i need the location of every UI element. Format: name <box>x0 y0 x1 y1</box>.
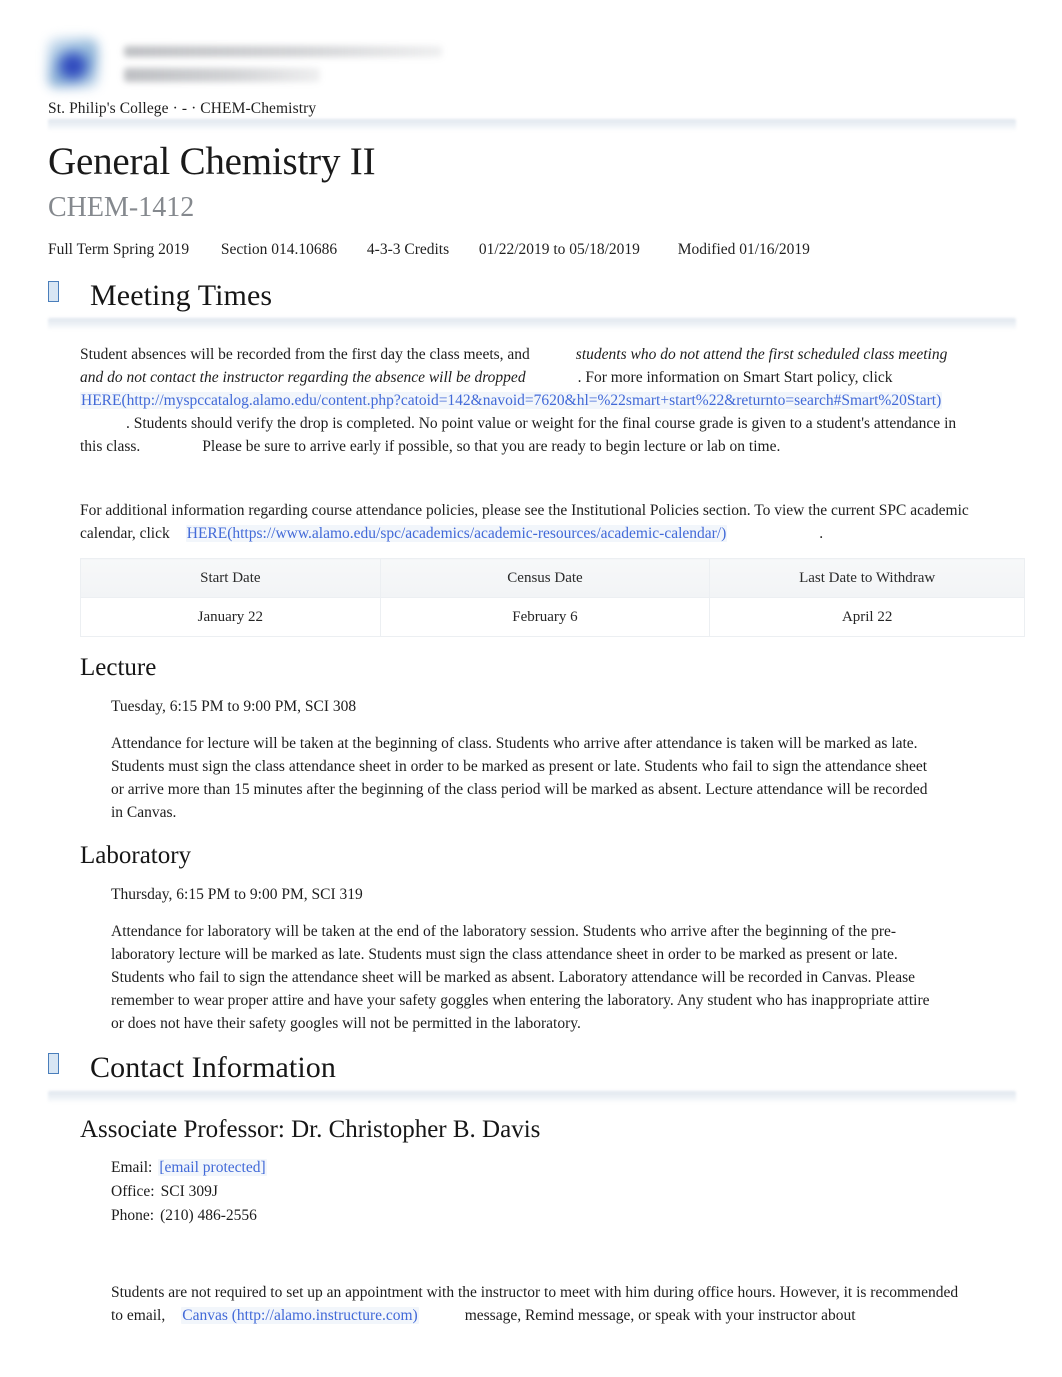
syllabus-page: St. Philip's College · - · CHEM-Chemistr… <box>0 0 1062 1377</box>
attendance-part-4: Please be sure to arrive early if possib… <box>202 438 781 455</box>
email-label: Email: <box>111 1159 153 1176</box>
table-header: Start Date Census Date Last Date to With… <box>80 558 1025 598</box>
cell-census-date: February 6 <box>379 597 711 637</box>
contact-row-office: Office: SCI 309J <box>111 1180 267 1204</box>
instructor-name: Associate Professor: Dr. Christopher B. … <box>80 1116 541 1143</box>
section-header-contact-information: Contact Information <box>48 1050 336 1086</box>
instructor-contact-list: Email: [email protected] Office: SCI 309J … <box>111 1156 267 1228</box>
meta-term: Full Term Spring 2019 <box>48 241 190 258</box>
logo-wordmark <box>124 44 446 90</box>
meta-section: Section 014.10686 <box>220 241 338 258</box>
laboratory-attendance-text: Attendance for laboratory will be taken … <box>111 923 930 1032</box>
table-body: January 22 February 6 April 22 <box>80 597 1025 637</box>
attendance-part-1: Student absences will be recorded from t… <box>80 346 530 363</box>
subsection-title-lecture: Lecture <box>80 654 157 681</box>
wordmark-line-1 <box>124 46 442 57</box>
meta-modified: Modified 01/16/2019 <box>677 241 810 258</box>
phone-value: (210) 486-2556 <box>160 1207 257 1224</box>
office-value: SCI 309J <box>160 1183 218 1200</box>
page-title: General Chemistry II <box>48 140 376 183</box>
contact-row-email: Email: [email protected] <box>111 1156 267 1180</box>
wordmark-line-2 <box>124 68 320 82</box>
academic-calendar-text: For additional information regarding cou… <box>80 499 970 545</box>
contact-information-divider-band <box>48 1091 1016 1103</box>
academic-calendar-link[interactable]: HERE(https://www.alamo.edu/spc/academics… <box>185 525 728 542</box>
column-header-last-date-to-withdraw: Last Date to Withdraw <box>709 558 1025 598</box>
smart-start-policy-link[interactable]: HERE(http://myspccatalog.alamo.edu/conte… <box>80 392 943 409</box>
course-code: CHEM-1412 <box>48 192 195 223</box>
office-hours-text: Students are not required to set up an a… <box>111 1281 961 1327</box>
section-header-meeting-times: Meeting Times <box>48 278 272 314</box>
laboratory-meeting-time: Thursday, 6:15 PM to 9:00 PM, SCI 319 <box>111 886 363 903</box>
office-label: Office: <box>111 1183 155 1200</box>
section-title-contact-information: Contact Information <box>90 1051 337 1084</box>
table-row: January 22 February 6 April 22 <box>80 597 1025 637</box>
contact-row-phone: Phone: (210) 486-2556 <box>111 1204 267 1228</box>
meeting-times-divider-band <box>48 318 1016 330</box>
lecture-attendance-text: Attendance for lecture will be taken at … <box>111 735 928 821</box>
logo-mark-icon <box>48 38 98 88</box>
table-header-row: Start Date Census Date Last Date to With… <box>80 558 1025 598</box>
important-dates-table: Start Date Census Date Last Date to With… <box>80 558 1025 637</box>
attendance-policy-paragraph: Student absences will be recorded from t… <box>80 343 970 458</box>
attendance-policy-text: Student absences will be recorded from t… <box>80 343 970 458</box>
academic-calendar-paragraph: For additional information regarding cou… <box>80 499 970 545</box>
lecture-meeting-time: Tuesday, 6:15 PM to 9:00 PM, SCI 308 <box>111 698 357 715</box>
instructor-email-link[interactable]: [email protected] <box>158 1159 267 1176</box>
college-logo <box>48 38 98 88</box>
office-hours-paragraph: Students are not required to set up an a… <box>111 1281 961 1327</box>
masthead <box>0 0 1062 88</box>
missing-glyph-box-icon <box>48 1053 59 1074</box>
cell-start-date: January 22 <box>80 597 381 637</box>
calendar-part-2: . <box>819 525 824 542</box>
breadcrumb[interactable]: St. Philip's College · - · CHEM-Chemistr… <box>48 100 316 118</box>
header-divider-band <box>48 119 1016 131</box>
column-header-start-date: Start Date <box>80 558 381 598</box>
attendance-part-2: . For more information on Smart Start po… <box>577 369 893 386</box>
meta-credits: 4-3-3 Credits <box>366 241 450 258</box>
office-hours-part-2: message, Remind message, or speak with y… <box>464 1307 856 1324</box>
meta-dates: 01/22/2019 to 05/18/2019 <box>478 241 640 258</box>
missing-glyph-box-icon <box>48 281 59 302</box>
cell-last-date-to-withdraw: April 22 <box>709 597 1025 637</box>
subsection-title-laboratory: Laboratory <box>80 842 192 869</box>
column-header-census-date: Census Date <box>379 558 711 598</box>
course-meta-row: Full Term Spring 2019 Section 014.10686 … <box>48 241 810 259</box>
section-title-meeting-times: Meeting Times <box>90 279 273 312</box>
phone-label: Phone: <box>111 1207 155 1224</box>
canvas-link[interactable]: Canvas (http://alamo.instructure.com) <box>181 1307 419 1324</box>
